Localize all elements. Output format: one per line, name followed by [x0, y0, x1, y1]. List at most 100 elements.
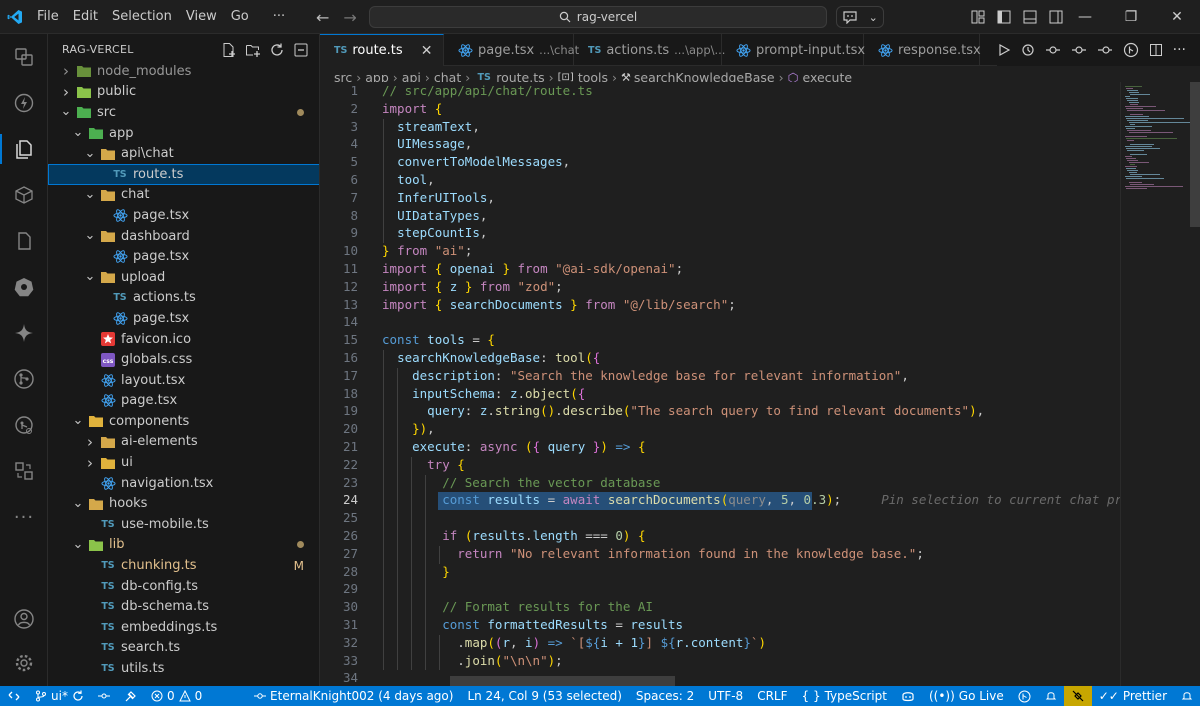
close-tab-icon[interactable]: ✕ [421, 43, 433, 59]
linter-disabled-status[interactable] [1063, 686, 1092, 706]
tree-file[interactable]: TS chunking.ts M [48, 555, 319, 576]
run-icon[interactable] [997, 43, 1011, 57]
tab-route-ts[interactable]: TS route.ts ✕ [320, 34, 444, 66]
activity-accounts[interactable] [0, 596, 48, 642]
toggle-primary-sidebar-icon[interactable] [996, 9, 1012, 25]
gitlens-inspect-icon[interactable] [1123, 42, 1139, 58]
customize-layout-icon[interactable] [970, 9, 986, 25]
gitlens-status[interactable] [1011, 686, 1038, 706]
git-compare-icon[interactable] [1097, 43, 1113, 57]
tree-folder[interactable]: ⌄ hooks [48, 493, 319, 514]
indentation[interactable]: Spaces: 2 [629, 686, 701, 706]
collapse-all-icon[interactable] [293, 42, 309, 58]
activity-kubernetes[interactable] [0, 264, 48, 310]
tree-file[interactable]: page.tsx [48, 308, 319, 329]
problems-status[interactable]: 0 0 [144, 686, 209, 706]
minimize-icon[interactable]: — [1062, 9, 1108, 25]
tree-file[interactable]: page.tsx [48, 391, 319, 412]
copilot-status[interactable] [894, 686, 922, 706]
activity-source-control[interactable] [0, 356, 48, 402]
tree-folder[interactable]: ⌄ components [48, 411, 319, 432]
menu-selection[interactable]: Selection [105, 0, 179, 34]
go-live-button[interactable]: ((•)) Go Live [922, 686, 1011, 706]
tab-response-tsx[interactable]: response.tsx [864, 34, 981, 66]
compare-changes-icon[interactable] [1045, 43, 1061, 57]
command-center[interactable]: rag-vercel [369, 6, 827, 28]
tree-folder[interactable]: › ui [48, 452, 319, 473]
activity-documents[interactable] [0, 218, 48, 264]
git-blame-status[interactable]: EternalKnight002 (4 days ago) [247, 686, 460, 706]
activity-manage[interactable] [0, 640, 48, 686]
encoding[interactable]: UTF-8 [701, 686, 750, 706]
tree-file[interactable]: navigation.tsx [48, 473, 319, 494]
copilot-chat-button[interactable]: ⌄ [836, 6, 884, 28]
tree-file[interactable]: TS use-mobile.ts [48, 514, 319, 535]
new-file-icon[interactable] [221, 42, 237, 58]
prettier-status[interactable]: ✓✓ Prettier [1092, 686, 1174, 706]
code-editor[interactable]: 1// src/app/api/chat/route.ts 2 import {3 … [320, 82, 1120, 686]
menu-view[interactable]: View [179, 0, 224, 34]
tree-file[interactable]: TS utils.ts [48, 658, 319, 679]
git-branch-status[interactable]: ui* [28, 686, 91, 706]
close-window-icon[interactable]: ✕ [1154, 9, 1200, 25]
tree-file[interactable]: favicon.ico [48, 329, 319, 350]
tree-folder[interactable]: › node_modules [48, 61, 319, 82]
cursor-position[interactable]: Ln 24, Col 9 (53 selected) [460, 686, 628, 706]
horizontal-scrollbar-thumb[interactable] [450, 676, 675, 686]
tree-folder[interactable]: ⌄ upload [48, 267, 319, 288]
tab-page-tsx[interactable]: page.tsx ...\chat [444, 34, 579, 66]
tree-file[interactable]: TS route.ts [48, 163, 319, 185]
menu-edit[interactable]: Edit [66, 0, 105, 34]
notifications-status[interactable] [1038, 686, 1064, 706]
tree-folder[interactable]: ⌄ chat [48, 185, 319, 206]
activity-remote-explorer[interactable] [0, 34, 48, 80]
live-share-status[interactable] [117, 686, 144, 706]
timeline-icon[interactable] [1021, 43, 1035, 57]
language-mode[interactable]: { } TypeScript [795, 686, 894, 706]
inline-chat-hint[interactable]: Pin selection to current chat promp [881, 492, 1120, 507]
split-editor-icon[interactable] [1149, 43, 1163, 57]
tree-file[interactable]: TS embeddings.ts [48, 617, 319, 638]
activity-extensions-box[interactable] [0, 172, 48, 218]
menu-go[interactable]: Go [224, 0, 256, 34]
menu-more[interactable]: ··· [266, 0, 292, 34]
git-graph-status[interactable] [91, 686, 117, 706]
tab-prompt-input-tsx[interactable]: prompt-input.tsx [722, 34, 865, 66]
tree-folder[interactable]: ⌄ api\chat [48, 143, 319, 164]
new-folder-icon[interactable] [245, 42, 261, 58]
tree-file[interactable]: page.tsx [48, 246, 319, 267]
end-of-line[interactable]: CRLF [750, 686, 794, 706]
tree-file[interactable]: TS actions.ts [48, 288, 319, 309]
tree-file[interactable]: TS db-schema.ts [48, 596, 319, 617]
minimap[interactable] [1120, 82, 1200, 686]
tree-folder[interactable]: ⌄ lib [48, 535, 319, 556]
activity-run[interactable] [0, 80, 48, 126]
menu-file[interactable]: File [30, 0, 66, 34]
tree-file[interactable]: TS db-config.ts [48, 576, 319, 597]
activity-remote[interactable] [0, 448, 48, 494]
back-arrow-icon[interactable]: ← [316, 8, 329, 27]
toggle-panel-icon[interactable] [1022, 9, 1038, 25]
activity-copilot[interactable] [0, 310, 48, 356]
tree-file[interactable]: TS search.ts [48, 638, 319, 659]
tree-file[interactable]: page.tsx [48, 205, 319, 226]
tree-folder[interactable]: ⌄ src [48, 102, 319, 123]
tree-folder[interactable]: › ai-elements [48, 432, 319, 453]
activity-gitlens[interactable] [0, 402, 48, 448]
tree-folder[interactable]: ⌄ app [48, 123, 319, 144]
tree-folder[interactable]: › public [48, 82, 319, 103]
restore-icon[interactable]: ❐ [1108, 9, 1154, 25]
tab-actions-ts[interactable]: TS actions.ts ...\app\... [574, 34, 725, 66]
notifications-bell[interactable] [1174, 686, 1200, 706]
forward-arrow-icon[interactable]: → [343, 8, 356, 27]
activity-explorer[interactable] [0, 126, 48, 172]
activity-more[interactable]: ··· [0, 494, 48, 540]
git-commit-icon[interactable] [1071, 43, 1087, 57]
tree-file[interactable]: css globals.css [48, 349, 319, 370]
refresh-icon[interactable] [269, 42, 285, 58]
tree-file[interactable]: layout.tsx [48, 370, 319, 391]
more-actions-icon[interactable]: ··· [1173, 42, 1186, 58]
remote-indicator[interactable] [0, 686, 28, 706]
tree-folder[interactable]: ⌄ dashboard [48, 226, 319, 247]
vertical-scrollbar-thumb[interactable] [1190, 82, 1200, 227]
